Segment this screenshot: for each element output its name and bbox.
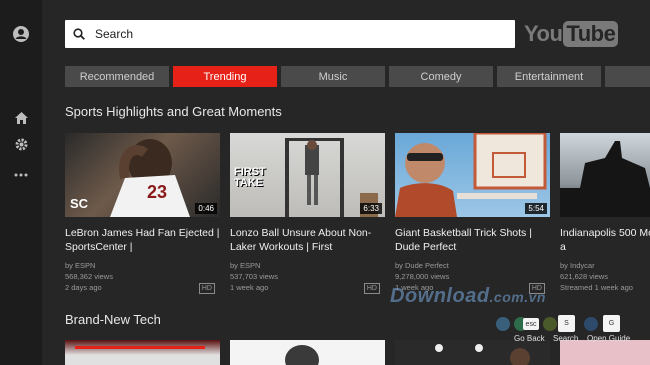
guide-key-icon[interactable]: G: [603, 315, 620, 332]
video-meta: by ESPN 537,703 views 1 week ago: [230, 260, 385, 293]
svg-text:23: 23: [147, 182, 167, 202]
category-tabs: Recommended Trending Music Comedy Entert…: [65, 66, 650, 87]
remote-hints: esc S G Go Back Search Open Guide: [496, 313, 650, 343]
video-thumbnail[interactable]: 23 SC 0:46: [65, 133, 220, 217]
video-duration: 0:46: [195, 203, 217, 214]
video-channel: by Dude Perfect: [395, 261, 449, 270]
video-card[interactable]: Indianapolis 500 Monday May 15 a by Indy…: [560, 133, 650, 293]
more-dots-icon[interactable]: [9, 163, 33, 187]
download-watermark: Download.com.vn: [390, 285, 546, 308]
search-bar[interactable]: [65, 20, 515, 48]
watermark-text: Download: [390, 285, 490, 307]
hd-badge: HD: [198, 283, 215, 294]
search-input[interactable]: [93, 27, 495, 41]
home-icon[interactable]: [9, 106, 33, 130]
video-duration: 6:33: [360, 203, 382, 214]
video-thumbnail[interactable]: [230, 340, 385, 365]
video-channel: by Indycar: [560, 261, 595, 270]
video-card[interactable]: 23 SC 0:46 LeBron James Had Fan Ejected …: [65, 133, 220, 294]
video-title: Giant Basketball Trick Shots | Dude Perf…: [395, 227, 532, 253]
video-thumbnail[interactable]: FIRST TAKE 6:33: [230, 133, 385, 217]
video-thumbnail[interactable]: 5:54: [395, 133, 550, 217]
search-icon: [65, 20, 93, 48]
youtube-logo: You Tube: [524, 21, 619, 47]
section-title: Brand-New Tech: [65, 312, 161, 327]
video-channel: by ESPN: [65, 261, 96, 270]
first-take-logo: FIRST TAKE: [234, 166, 266, 189]
logo-tube: Tube: [563, 21, 619, 47]
tab-trending[interactable]: Trending: [173, 66, 277, 87]
tab-recommended[interactable]: Recommended: [65, 66, 169, 87]
tab-entertainment[interactable]: Entertainment: [497, 66, 601, 87]
tab-comedy[interactable]: Comedy: [389, 66, 493, 87]
settings-gear-icon[interactable]: [9, 132, 33, 156]
blue-dot-icon: [496, 317, 510, 331]
account-icon[interactable]: [9, 22, 33, 46]
video-views: 568,362 views: [65, 272, 113, 281]
hint-go-back: Go Back: [514, 334, 545, 343]
video-meta: by ESPN 568,362 views 2 days ago: [65, 260, 220, 293]
video-thumbnail[interactable]: [560, 133, 650, 217]
video-views: 9,278,000 views: [395, 272, 450, 281]
hd-badge: HD: [363, 283, 380, 294]
video-title: Lonzo Ball Unsure About Non-Laker Workou…: [230, 227, 372, 253]
search-key-icon[interactable]: S: [558, 315, 575, 332]
video-age: 2 days ago: [65, 283, 102, 292]
video-channel: by ESPN: [230, 261, 261, 270]
video-thumbnail[interactable]: [560, 340, 650, 365]
section-title: Sports Highlights and Great Moments: [65, 104, 282, 119]
video-views: 621,628 views: [560, 272, 608, 281]
video-meta: by Indycar 621,628 views Streamed 1 week…: [560, 260, 650, 293]
video-title: LeBron James Had Fan Ejected | SportsCen…: [65, 227, 220, 253]
video-title: Indianapolis 500 Monday May 15 a: [560, 227, 650, 253]
hint-search: Search: [553, 334, 579, 343]
tab-next[interactable]: N: [605, 66, 650, 87]
video-duration: 5:54: [525, 203, 547, 214]
watermark-suffix: .com.vn: [489, 289, 546, 305]
tab-music[interactable]: Music: [281, 66, 385, 87]
logo-you: You: [524, 21, 563, 46]
navy-dot-icon: [584, 317, 598, 331]
sportscenter-logo: SC: [70, 196, 89, 211]
esc-key-icon[interactable]: esc: [523, 318, 539, 330]
video-thumbnail[interactable]: [65, 340, 220, 365]
hint-open-guide: Open Guide: [587, 334, 631, 343]
olive-dot-icon: [543, 317, 557, 331]
video-thumbnail[interactable]: [395, 340, 550, 365]
video-card[interactable]: 5:54 Giant Basketball Trick Shots | Dude…: [395, 133, 550, 294]
left-rail: [0, 0, 42, 365]
video-age: Streamed 1 week ago: [560, 283, 633, 292]
video-card[interactable]: FIRST TAKE 6:33 Lonzo Ball Unsure About …: [230, 133, 385, 294]
video-views: 537,703 views: [230, 272, 278, 281]
video-age: 1 week ago: [230, 283, 269, 292]
